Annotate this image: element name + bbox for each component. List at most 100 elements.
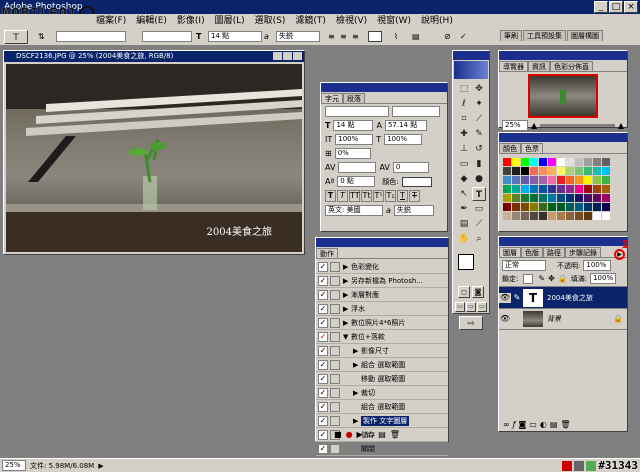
swatch-cell[interactable] — [530, 212, 538, 220]
swatch-cell[interactable] — [521, 158, 529, 166]
tab-paragraph[interactable]: 段落 — [343, 93, 365, 103]
char-language-select[interactable]: 英文: 美國 — [325, 205, 383, 216]
record-icon[interactable]: ● — [346, 430, 353, 440]
swatch-cell[interactable] — [512, 167, 520, 175]
dialog-toggle-box[interactable] — [330, 443, 340, 454]
move-tool-icon[interactable]: ✥ — [472, 82, 486, 96]
char-color-swatch[interactable] — [401, 176, 432, 187]
blur-tool-icon[interactable]: ◆ — [457, 172, 471, 186]
new-group-icon[interactable]: ▭ — [529, 420, 537, 430]
char-leading-field[interactable]: 57.14 點 — [384, 120, 427, 131]
swatch-cell[interactable] — [557, 212, 565, 220]
action-item[interactable]: ✓ ▶ 浮水 — [316, 302, 448, 316]
minimize-button[interactable]: _ — [594, 1, 608, 13]
new-action-icon[interactable]: ▤ — [378, 430, 386, 440]
swatch-grid[interactable] — [499, 156, 627, 222]
swatch-cell[interactable] — [548, 167, 556, 175]
swatch-cell[interactable] — [521, 194, 529, 202]
tab-history[interactable]: 步驟記錄 — [565, 247, 601, 257]
action-toggle-checkbox[interactable]: ✓ — [318, 415, 328, 426]
underline-icon[interactable]: T — [397, 190, 408, 202]
eyedropper-tool-icon[interactable]: ⟋ — [472, 217, 486, 231]
font-size-select[interactable]: 14 點 — [208, 31, 262, 42]
swatch-cell[interactable] — [584, 167, 592, 175]
swatch-cell[interactable] — [521, 203, 529, 211]
visibility-eye-icon[interactable]: 👁 — [499, 292, 511, 303]
font-style-select[interactable] — [142, 31, 192, 42]
adjustment-layer-icon[interactable]: ◐ — [540, 420, 547, 430]
action-item[interactable]: ✓ ▼ 數位+落款 — [316, 330, 448, 344]
screen-mode-full-menu-icon[interactable]: ▭ — [466, 302, 476, 312]
swatch-cell[interactable] — [566, 212, 574, 220]
menu-window[interactable]: 視窗(W) — [377, 14, 411, 28]
path-selection-tool-icon[interactable]: ↖ — [457, 187, 471, 201]
action-toggle-checkbox[interactable]: ✓ — [318, 387, 328, 398]
commit-edit-icon[interactable]: ✓ — [460, 32, 467, 42]
swatch-cell[interactable] — [602, 194, 610, 202]
swatch-cell[interactable] — [593, 194, 601, 202]
swatch-cell[interactable] — [521, 212, 529, 220]
warp-text-icon[interactable]: ⌇ — [394, 32, 398, 42]
swatch-cell[interactable] — [503, 185, 511, 193]
expand-arrow-icon[interactable]: ▶ — [353, 361, 361, 369]
navigator-zoom-field[interactable]: 25% — [502, 120, 528, 131]
action-toggle-checkbox[interactable]: ✓ — [318, 373, 328, 384]
swatch-cell[interactable] — [548, 212, 556, 220]
swatch-cell[interactable] — [566, 203, 574, 211]
swatch-cell[interactable] — [566, 176, 574, 184]
dialog-toggle-box[interactable] — [330, 331, 340, 342]
text-color-swatch[interactable] — [368, 31, 382, 42]
swatch-cell[interactable] — [548, 158, 556, 166]
swatch-cell[interactable] — [512, 158, 520, 166]
action-toggle-checkbox[interactable]: ✓ — [318, 289, 328, 300]
swatch-cell[interactable] — [602, 185, 610, 193]
action-item[interactable]: ✓ ▶ 漸層對應 — [316, 288, 448, 302]
swatch-cell[interactable] — [503, 176, 511, 184]
menu-filter[interactable]: 濾鏡(T) — [295, 14, 326, 28]
status-arrow-icon[interactable]: ▶ — [98, 462, 103, 470]
char-tracking-field[interactable]: 0% — [334, 148, 371, 159]
swatch-cell[interactable] — [575, 212, 583, 220]
link-layers-icon[interactable]: ∞ — [503, 420, 510, 430]
all-caps-icon[interactable]: TT — [349, 190, 360, 202]
action-toggle-checkbox[interactable]: ✓ — [318, 429, 328, 440]
tab-actions[interactable]: 動作 — [316, 248, 338, 258]
swatch-cell[interactable] — [503, 194, 511, 202]
swatch-cell[interactable] — [566, 167, 574, 175]
blend-mode-select[interactable]: 正常 — [502, 260, 546, 271]
action-item[interactable]: ✓ 組合 選取範圍 — [316, 400, 448, 414]
dialog-toggle-box[interactable] — [330, 387, 340, 398]
swatch-cell[interactable] — [593, 158, 601, 166]
dialog-toggle-box[interactable] — [330, 359, 340, 370]
action-toggle-checkbox[interactable]: ✓ — [318, 359, 328, 370]
marquee-tool-icon[interactable]: ⬚ — [457, 82, 471, 96]
action-item[interactable]: ✓ 關閉 — [316, 442, 448, 456]
tab-histogram[interactable]: 色彩分佈直 — [550, 61, 593, 71]
quickmask-mode-icon[interactable]: ◙ — [472, 286, 484, 298]
char-size-field[interactable]: 14 點 — [333, 120, 374, 131]
swatch-cell[interactable] — [521, 176, 529, 184]
expand-arrow-icon[interactable]: ▶ — [343, 305, 351, 313]
action-toggle-checkbox[interactable]: ✓ — [318, 401, 328, 412]
pen-tool-icon[interactable]: ✒ — [457, 202, 471, 216]
swatch-cell[interactable] — [530, 194, 538, 202]
menu-image[interactable]: 影像(I) — [177, 14, 205, 28]
notes-tool-icon[interactable]: ▤ — [457, 217, 471, 231]
type-tool-preset-button[interactable]: T — [4, 30, 28, 44]
close-button[interactable]: × — [624, 1, 638, 13]
action-toggle-checkbox[interactable]: ✓ — [318, 275, 328, 286]
menu-help[interactable]: 說明(H) — [421, 14, 453, 28]
char-baseline-field[interactable]: 0 點 — [337, 176, 376, 187]
swatch-cell[interactable] — [557, 203, 565, 211]
swatch-cell[interactable] — [557, 167, 565, 175]
swatch-cell[interactable] — [530, 167, 538, 175]
char-kerning-field[interactable] — [338, 162, 377, 173]
dialog-toggle-box[interactable] — [330, 303, 340, 314]
action-toggle-checkbox[interactable]: ✓ — [318, 443, 328, 454]
expand-arrow-icon[interactable]: ▶ — [343, 277, 351, 285]
magic-wand-tool-icon[interactable]: ✦ — [472, 97, 486, 111]
swatch-cell[interactable] — [575, 194, 583, 202]
dialog-toggle-box[interactable] — [330, 401, 340, 412]
align-center-icon[interactable]: ≡ — [340, 32, 347, 42]
tab-character[interactable]: 字元 — [321, 93, 343, 103]
